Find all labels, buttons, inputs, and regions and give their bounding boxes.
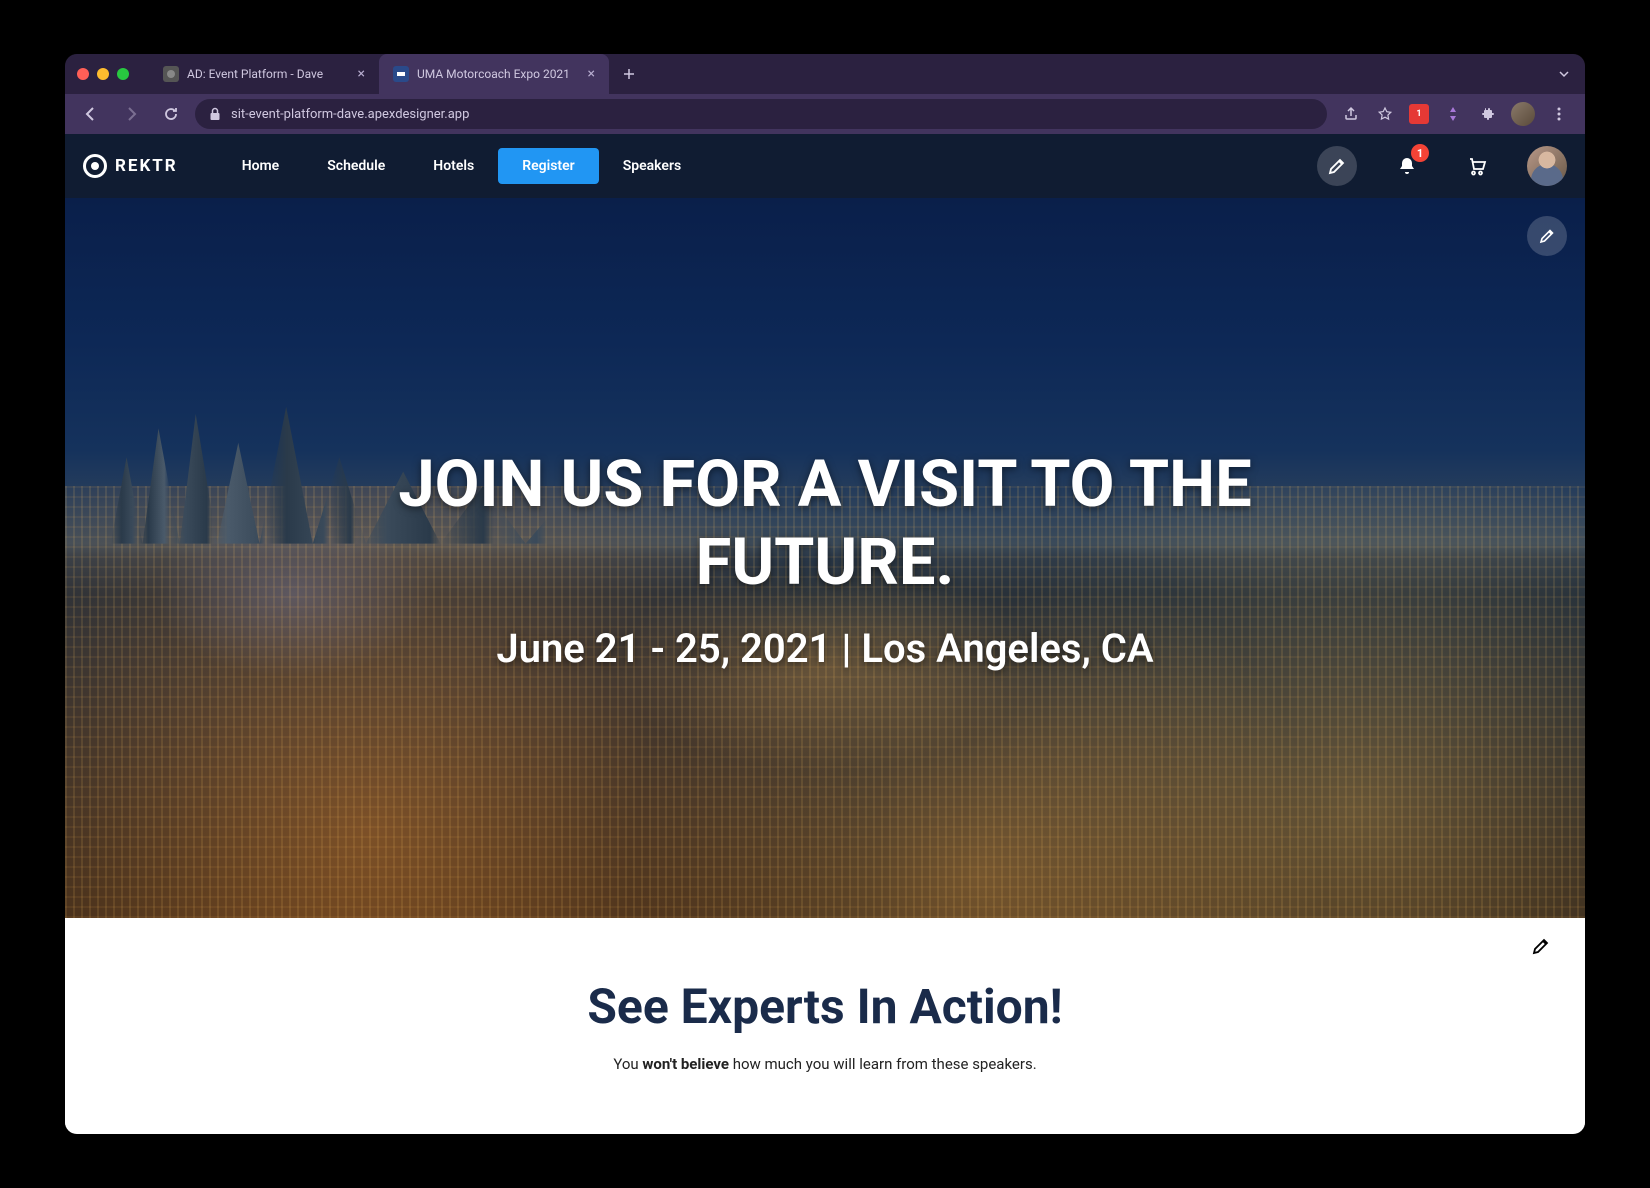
- user-avatar[interactable]: [1527, 146, 1567, 186]
- extension-icon[interactable]: [1443, 104, 1463, 124]
- favicon-icon: [393, 66, 409, 82]
- nav-link-schedule[interactable]: Schedule: [303, 148, 409, 184]
- reload-button[interactable]: [155, 98, 187, 130]
- extension-badge[interactable]: 1: [1409, 104, 1429, 124]
- maximize-window-button[interactable]: [117, 68, 129, 80]
- share-icon[interactable]: [1341, 104, 1361, 124]
- browser-window: AD: Event Platform - Dave × UMA Motorcoa…: [65, 54, 1585, 1134]
- edit-button[interactable]: [1317, 146, 1357, 186]
- section-subtext: You won't believe how much you will lear…: [105, 1055, 1545, 1073]
- browser-menu-icon[interactable]: [1549, 104, 1569, 124]
- url-text: sit-event-platform-dave.apexdesigner.app: [231, 107, 469, 122]
- hero-edit-button[interactable]: [1527, 216, 1567, 256]
- new-tab-button[interactable]: [615, 60, 643, 88]
- section-edit-button[interactable]: [1531, 936, 1551, 956]
- extension-badge-count: 1: [1416, 109, 1421, 119]
- toolbar-actions: 1: [1335, 102, 1575, 126]
- bookmark-star-icon[interactable]: [1375, 104, 1395, 124]
- hero-subtitle: June 21 - 25, 2021 | Los Angeles, CA: [496, 625, 1153, 672]
- window-controls: [77, 68, 129, 80]
- tab-title: UMA Motorcoach Expo 2021: [417, 67, 570, 81]
- tab-dropdown-icon[interactable]: [1557, 67, 1571, 81]
- cart-button[interactable]: [1457, 146, 1497, 186]
- subtext-post: how much you will learn from these speak…: [729, 1055, 1037, 1073]
- hero-section: JOIN US FOR A VISIT TO THE FUTURE. June …: [65, 198, 1585, 918]
- experts-section: See Experts In Action! You won't believe…: [65, 918, 1585, 1133]
- subtext-pre: You: [613, 1055, 642, 1073]
- forward-button[interactable]: [115, 98, 147, 130]
- subtext-bold: won't believe: [642, 1055, 729, 1073]
- logo[interactable]: REKTR: [83, 154, 178, 178]
- address-bar[interactable]: sit-event-platform-dave.apexdesigner.app: [195, 99, 1327, 129]
- nav-links: Home Schedule Hotels Register Speakers: [218, 148, 706, 184]
- nav-link-hotels[interactable]: Hotels: [409, 148, 498, 184]
- notification-badge: 1: [1411, 144, 1429, 162]
- page-content[interactable]: REKTR Home Schedule Hotels Register Spea…: [65, 134, 1585, 1134]
- close-tab-icon[interactable]: ×: [588, 66, 595, 82]
- close-tab-icon[interactable]: ×: [358, 66, 365, 82]
- logo-text: REKTR: [115, 156, 178, 176]
- hero-title: JOIN US FOR A VISIT TO THE FUTURE.: [275, 445, 1375, 601]
- nav-link-register[interactable]: Register: [498, 148, 599, 184]
- tab-strip: AD: Event Platform - Dave × UMA Motorcoa…: [149, 54, 643, 94]
- browser-profile-avatar[interactable]: [1511, 102, 1535, 126]
- nav-link-speakers[interactable]: Speakers: [599, 148, 706, 184]
- favicon-icon: [163, 66, 179, 82]
- back-button[interactable]: [75, 98, 107, 130]
- minimize-window-button[interactable]: [97, 68, 109, 80]
- browser-tab-inactive[interactable]: AD: Event Platform - Dave ×: [149, 54, 379, 94]
- tab-title: AD: Event Platform - Dave: [187, 67, 323, 81]
- section-heading: See Experts In Action!: [105, 978, 1545, 1035]
- browser-tab-bar: AD: Event Platform - Dave × UMA Motorcoa…: [65, 54, 1585, 94]
- notifications-button[interactable]: 1: [1387, 146, 1427, 186]
- nav-actions: 1: [1317, 146, 1567, 186]
- browser-toolbar: sit-event-platform-dave.apexdesigner.app…: [65, 94, 1585, 134]
- logo-icon: [83, 154, 107, 178]
- close-window-button[interactable]: [77, 68, 89, 80]
- browser-tab-active[interactable]: UMA Motorcoach Expo 2021 ×: [379, 54, 609, 94]
- lock-icon: [209, 107, 221, 121]
- app-navbar: REKTR Home Schedule Hotels Register Spea…: [65, 134, 1585, 198]
- extensions-puzzle-icon[interactable]: [1477, 104, 1497, 124]
- nav-link-home[interactable]: Home: [218, 148, 304, 184]
